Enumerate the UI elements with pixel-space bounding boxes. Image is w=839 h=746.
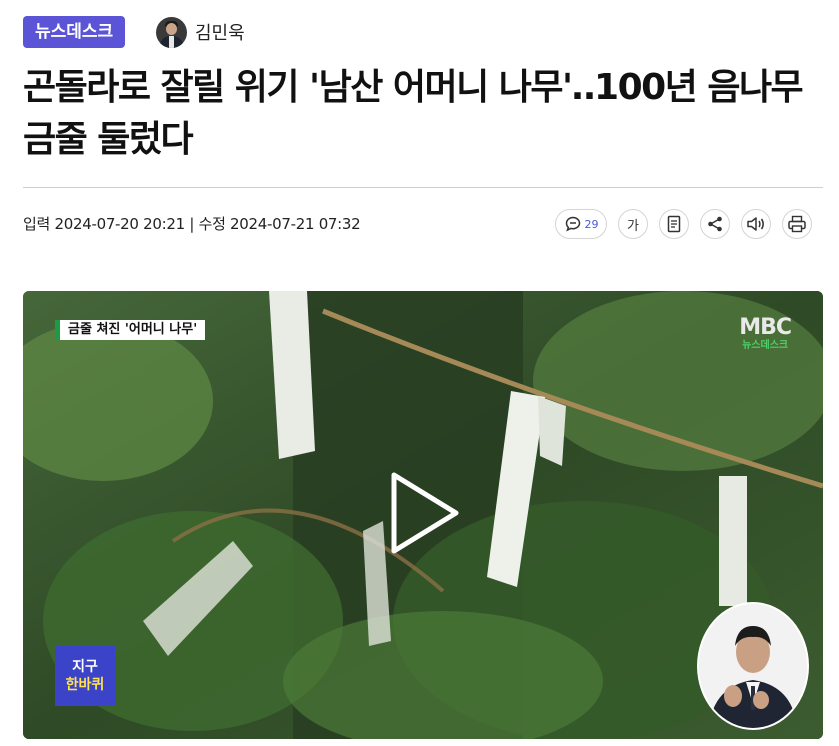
author-avatar [156, 16, 187, 48]
logo-main: MBC [739, 315, 792, 340]
sign-language-interpreter [697, 602, 809, 730]
font-size-button[interactable]: 가 [618, 209, 648, 239]
share-button[interactable] [700, 209, 730, 239]
comment-button[interactable]: 29 [555, 209, 607, 239]
comment-icon [565, 216, 580, 232]
logo-sub: 뉴스데스크 [742, 340, 789, 351]
share-icon [708, 216, 722, 232]
video-player[interactable]: 금줄 쳐진 '어머니 나무' MBC 뉴스데스크 지구 한바퀴 [23, 291, 823, 739]
article-headline: 곤돌라로 잘릴 위기 '남산 어머니 나무'‥100년 음나무 금줄 둘렀다 [23, 67, 804, 160]
author-byline[interactable]: 김민욱 [156, 16, 245, 48]
updated-label: 수정 [198, 215, 226, 233]
program-badge: 지구 한바퀴 [55, 646, 115, 706]
play-icon[interactable] [390, 471, 460, 555]
bookmark-button[interactable] [659, 209, 689, 239]
section-badge[interactable]: 뉴스데스크 [23, 16, 126, 48]
divider [23, 187, 823, 188]
audio-icon [747, 217, 764, 231]
published-date: 2024-07-20 20:21 [54, 215, 185, 233]
comment-count: 29 [584, 217, 599, 231]
bookmark-icon [667, 215, 681, 233]
article-toolbar: 29 가 [555, 209, 812, 239]
video-caption: 금줄 쳐진 '어머니 나무' [55, 320, 206, 340]
date-separator: | [189, 215, 195, 233]
mbc-logo: MBC 뉴스데스크 [739, 315, 792, 352]
print-icon [788, 215, 806, 233]
article-dates: 입력 2024-07-20 20:21 | 수정 2024-07-21 07:3… [23, 213, 361, 234]
program-badge-line1: 지구 [72, 659, 98, 675]
author-name[interactable]: 김민욱 [195, 19, 245, 45]
program-badge-line2: 한바퀴 [65, 677, 105, 693]
print-button[interactable] [782, 209, 812, 239]
published-label: 입력 [23, 215, 51, 233]
font-size-icon: 가 [627, 218, 639, 234]
audio-button[interactable] [741, 209, 771, 239]
updated-date: 2024-07-21 07:32 [230, 215, 361, 233]
